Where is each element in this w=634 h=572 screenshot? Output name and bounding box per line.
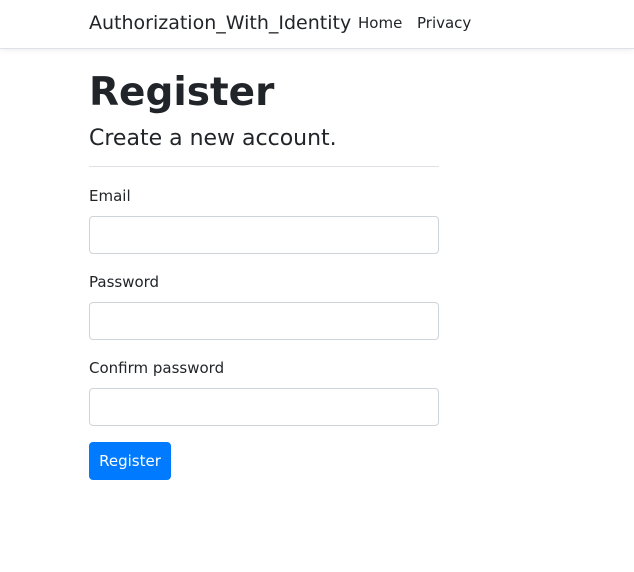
nav-link-home[interactable]: Home bbox=[358, 12, 402, 34]
brand-link[interactable]: Authorization_With_Identity bbox=[89, 10, 351, 36]
navbar: Authorization_With_Identity Home Privacy bbox=[0, 0, 634, 49]
register-button[interactable]: Register bbox=[89, 442, 171, 480]
page-title: Register bbox=[89, 70, 275, 115]
nav-link-privacy[interactable]: Privacy bbox=[417, 12, 471, 34]
confirm-password-field[interactable] bbox=[89, 388, 439, 426]
password-label: Password bbox=[89, 273, 160, 291]
email-label: Email bbox=[89, 187, 131, 205]
email-field[interactable] bbox=[89, 216, 439, 254]
page-subtitle: Create a new account. bbox=[89, 126, 337, 151]
password-field[interactable] bbox=[89, 302, 439, 340]
confirm-password-label: Confirm password bbox=[89, 359, 225, 377]
divider bbox=[89, 166, 439, 167]
